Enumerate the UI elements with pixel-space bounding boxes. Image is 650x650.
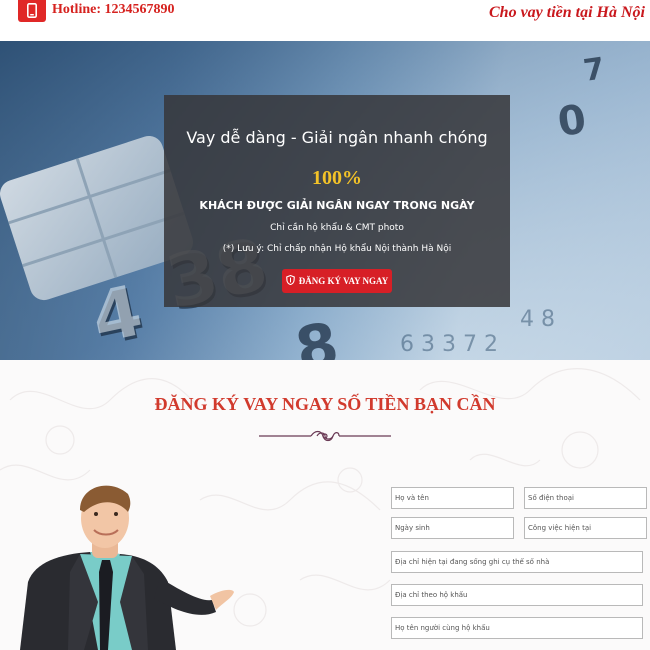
- current-address-input[interactable]: [391, 551, 643, 573]
- hero-info-panel: Vay dễ dàng - Giải ngân nhanh chóng 100%…: [164, 95, 510, 307]
- loan-form-section: ĐĂNG KÝ VAY NGAY SỐ TIỀN BẠN CẦN: [0, 360, 650, 650]
- svg-text:6 3 3 7 2: 6 3 3 7 2: [400, 332, 498, 357]
- ornamental-divider: [259, 430, 391, 442]
- businessman-photo: [20, 485, 234, 650]
- shield-icon: [285, 274, 295, 287]
- date-of-birth-input[interactable]: [391, 517, 514, 539]
- hero-percent: 100%: [312, 167, 362, 189]
- register-loan-button[interactable]: ĐĂNG KÝ VAY NGAY: [282, 269, 392, 293]
- full-name-input[interactable]: [391, 487, 514, 509]
- register-loan-button-label: ĐĂNG KÝ VAY NGAY: [298, 276, 389, 286]
- form-section-title: ĐĂNG KÝ VAY NGAY SỐ TIỀN BẠN CẦN: [154, 394, 496, 414]
- household-address-input[interactable]: [391, 584, 643, 606]
- current-job-input[interactable]: [524, 517, 647, 539]
- top-bar: Hotline: 1234567890 Cho vay tiền tại Hà …: [0, 0, 650, 41]
- hero-headline: KHÁCH ĐƯỢC GIẢI NGÂN NGAY TRONG NGÀY: [199, 199, 475, 212]
- hotline-text[interactable]: Hotline: 1234567890: [52, 2, 175, 18]
- household-owner-input[interactable]: [391, 617, 643, 639]
- site-tagline: Cho vay tiền tại Hà Nội: [489, 4, 645, 21]
- mobile-phone-icon: [18, 0, 46, 22]
- hero-requirement-note: Chỉ cần hộ khẩu & CMT photo: [270, 223, 404, 233]
- hero-restriction-note: (*) Lưu ý: Chỉ chấp nhận Hộ khẩu Nội thà…: [222, 244, 452, 254]
- hero-title: Vay dễ dàng - Giải ngân nhanh chóng: [186, 128, 488, 147]
- svg-text:4 8: 4 8: [520, 307, 555, 332]
- hero-banner: 4 38 8 0 7 4 38 6 3 3 7 2 4 8 Vay dễ dàn…: [0, 41, 650, 360]
- phone-number-input[interactable]: [524, 487, 647, 509]
